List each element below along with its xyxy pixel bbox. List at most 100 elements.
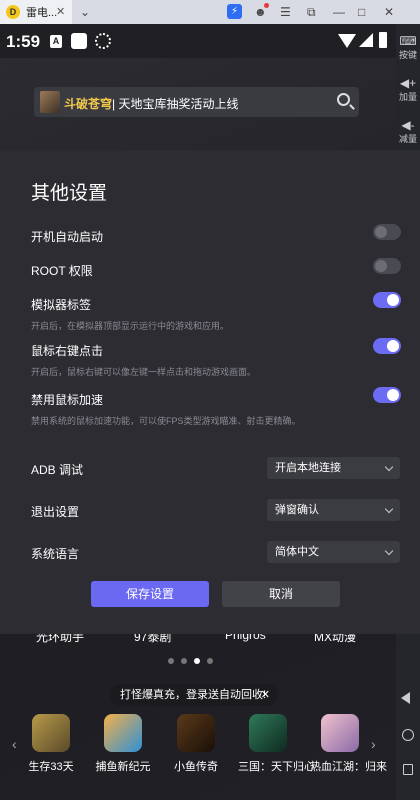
option-label: ROOT 权限 — [31, 264, 93, 278]
option-right-click: 鼠标右键点击 开启后，鼠标右键可以像左键一样点击和拖动游戏画面。 — [31, 338, 401, 378]
toolbar-volume-up[interactable]: ◀+ 加量 — [396, 76, 420, 103]
game-item[interactable]: 生存33天 — [21, 714, 81, 774]
android-status-bar: 1:59 A — [0, 24, 396, 58]
option-emulator-tabs: 模拟器标签 开启后，在模拟器顶部显示运行中的游戏和应用。 — [31, 292, 401, 332]
status-time: 1:59 — [6, 32, 41, 51]
root-toggle[interactable] — [373, 258, 401, 274]
performance-icon[interactable]: ⚡ — [227, 4, 242, 19]
app-tab[interactable]: D 雷电... ✕ — [0, 0, 72, 24]
toolbar-keyboard[interactable]: ⌨ 按键 — [396, 34, 420, 61]
toast-close-icon[interactable]: ✕ — [261, 684, 270, 706]
chevron-down-icon — [384, 504, 394, 514]
toolbar-label: 按键 — [398, 50, 417, 60]
search-icon[interactable] — [337, 93, 350, 106]
signal-icon — [359, 33, 373, 47]
keyboard-icon: ⌨ — [399, 34, 417, 48]
page-dot[interactable] — [207, 658, 213, 664]
close-window-icon[interactable]: ✕ — [384, 4, 394, 20]
game-icon — [32, 714, 70, 752]
dialog-title: 其他设置 — [31, 183, 108, 204]
option-auto-start: 开机自动启动 — [31, 224, 401, 245]
save-settings-button[interactable]: 保存设置 — [91, 581, 209, 607]
maximize-icon[interactable]: □ — [358, 4, 365, 20]
game-name: 生存33天 — [28, 761, 74, 773]
app-logo-icon: D — [6, 5, 20, 19]
game-name: 捕鱼新纪元 — [95, 761, 151, 773]
other-settings-dialog: 其他设置 开机自动启动 ROOT 权限 模拟器标签 开启后，在模拟器顶部显示运行… — [0, 150, 420, 634]
right-click-toggle[interactable] — [373, 338, 401, 354]
search-bar[interactable]: 斗破苍穹| 天地宝库抽奖活动上线 — [34, 87, 359, 117]
promo-toast[interactable]: 打怪爆真充，登录送自动回收! ✕ — [110, 684, 278, 706]
game-name: 小鱼传奇 — [174, 761, 218, 773]
toggle-knob — [387, 294, 399, 306]
toolbar-label: 加量 — [398, 92, 417, 102]
recent-apps-icon[interactable] — [403, 764, 413, 775]
game-item[interactable]: 热血江湖：归来 — [310, 714, 387, 774]
tab-dropdown-icon[interactable]: ⌄ — [80, 4, 90, 20]
volume-down-icon: ◀- — [401, 118, 415, 132]
option-label: 模拟器标签 — [31, 298, 92, 312]
game-icon — [321, 714, 359, 752]
toast-text: 打怪爆真充，登录送自动回收! — [120, 689, 267, 701]
toggle-knob — [387, 340, 399, 352]
restore-window-icon[interactable]: ⧉ — [307, 4, 316, 20]
game-carousel: ‹ 生存33天 捕鱼新纪元 小鱼传奇 三国：天下归心 热血江湖：归来 › — [0, 714, 396, 774]
game-item[interactable]: 捕鱼新纪元 — [93, 714, 153, 774]
option-root: ROOT 权限 — [31, 258, 401, 279]
carousel-prev-icon[interactable]: ‹ — [12, 736, 17, 752]
game-icon — [177, 714, 215, 752]
game-name: 三国：天下归心 — [238, 761, 315, 773]
volume-up-icon: ◀+ — [399, 76, 417, 90]
a-badge-icon: A — [50, 35, 62, 48]
exit-setting-row: 退出设置 弹窗确认 — [31, 499, 401, 521]
game-item[interactable]: 三国：天下归心 — [238, 714, 315, 774]
option-label: 鼠标右键点击 — [31, 344, 104, 358]
option-description: 开启后，在模拟器顶部显示运行中的游戏和应用。 — [31, 321, 230, 331]
back-icon[interactable] — [401, 692, 410, 704]
select-label: 系统语言 — [31, 547, 80, 561]
select-label: ADB 调试 — [31, 463, 84, 477]
mouse-accel-toggle[interactable] — [373, 387, 401, 403]
option-mouse-accel: 禁用鼠标加速 禁用系统的鼠标加速功能，可以使FPS类型游戏瞄准、射击更精确。 — [31, 387, 401, 427]
option-description: 禁用系统的鼠标加速功能，可以使FPS类型游戏瞄准、射击更精确。 — [31, 416, 301, 426]
select-label: 退出设置 — [31, 505, 80, 519]
system-language-select[interactable]: 简体中文 — [267, 541, 400, 563]
game-avatar — [40, 91, 60, 113]
toolbar-label: 减量 — [398, 134, 417, 144]
game-icon — [249, 714, 287, 752]
window-titlebar: D 雷电... ✕ ⌄ ⚡ ☻ ☰ ⧉ — □ ✕ — [0, 0, 420, 24]
option-label: 开机自动启动 — [31, 230, 104, 244]
search-rest: | 天地宝库抽奖活动上线 — [112, 97, 239, 111]
minimize-icon[interactable]: — — [333, 4, 345, 20]
page-dot[interactable] — [168, 658, 174, 664]
carousel-next-icon[interactable]: › — [371, 736, 376, 752]
game-item[interactable]: 小鱼传奇 — [166, 714, 226, 774]
toggle-knob — [375, 226, 387, 238]
loading-icon — [95, 33, 111, 49]
search-highlight: 斗破苍穹 — [64, 97, 113, 111]
page-dot-active[interactable] — [194, 658, 200, 664]
system-language-row: 系统语言 简体中文 — [31, 541, 401, 563]
battery-icon — [379, 32, 387, 48]
wifi-icon — [338, 34, 356, 48]
chevron-down-icon — [384, 462, 394, 472]
cancel-button[interactable]: 取消 — [222, 581, 340, 607]
game-icon — [104, 714, 142, 752]
game-name: 热血江湖：归来 — [310, 761, 387, 773]
emulator-tabs-toggle[interactable] — [373, 292, 401, 308]
auto-start-toggle[interactable] — [373, 224, 401, 240]
page-dot[interactable] — [181, 658, 187, 664]
chevron-down-icon — [384, 546, 394, 556]
toggle-knob — [387, 389, 399, 401]
tab-close-icon[interactable]: ✕ — [56, 5, 65, 18]
exit-setting-select[interactable]: 弹窗确认 — [267, 499, 400, 521]
home-icon[interactable] — [402, 729, 414, 741]
app-square-icon — [71, 33, 87, 49]
search-banner-text: 斗破苍穹| 天地宝库抽奖活动上线 — [64, 95, 238, 112]
menu-icon[interactable]: ☰ — [280, 4, 291, 20]
page-indicator — [168, 658, 228, 666]
adb-debug-select[interactable]: 开启本地连接 — [267, 457, 400, 479]
toolbar-volume-down[interactable]: ◀- 减量 — [396, 118, 420, 145]
notification-dot — [264, 3, 269, 8]
select-value: 弹窗确认 — [275, 504, 319, 516]
